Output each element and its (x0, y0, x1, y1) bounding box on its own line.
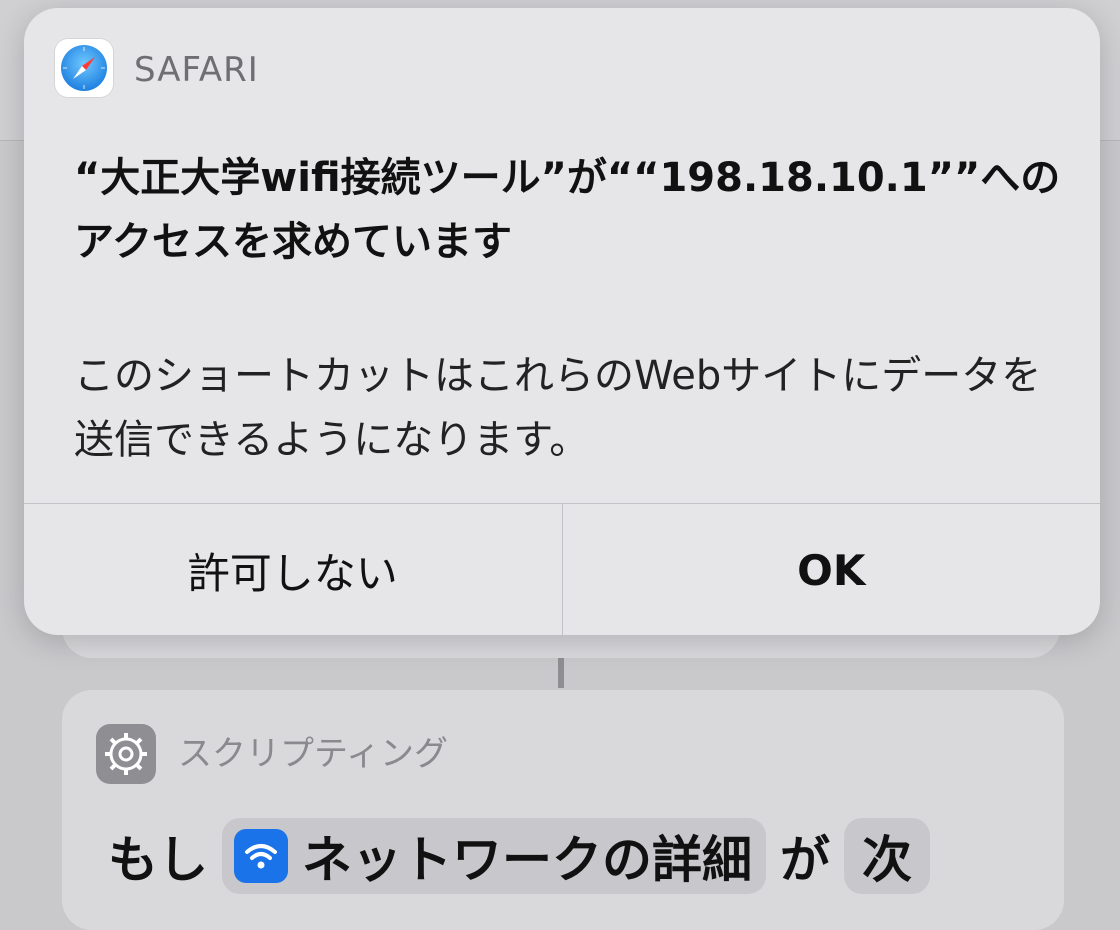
permission-alert: SAFARI “大正大学wifi接続ツール”が““198.18.10.1””への… (24, 8, 1100, 635)
if-keyword: もし (108, 831, 208, 889)
alert-message: このショートカットはこれらのWebサイトにデータを送信できるようになります。 (74, 353, 1042, 463)
deny-button[interactable]: 許可しない (24, 504, 562, 635)
wifi-icon (234, 829, 288, 883)
ok-button[interactable]: OK (561, 504, 1101, 635)
condition-token[interactable]: 次 (844, 818, 930, 894)
variable-label: ネットワークの詳細 (302, 831, 752, 889)
app-name-label: SAFARI (134, 50, 259, 90)
safari-compass-icon (54, 38, 114, 98)
action-category-label: スクリプティング (178, 734, 448, 774)
condition-label: 次 (862, 831, 912, 889)
gear-icon (96, 724, 156, 784)
alert-button-row: 許可しない OK (24, 503, 1100, 635)
network-details-variable[interactable]: ネットワークの詳細 (222, 818, 766, 894)
connector-word: が (780, 831, 830, 889)
if-action-row: もし ネットワークの詳細 が 次 (108, 816, 930, 896)
alert-title: “大正大学wifi接続ツール”が““198.18.10.1””へのアクセスを求め… (74, 155, 1061, 265)
action-connector-line (558, 658, 564, 688)
